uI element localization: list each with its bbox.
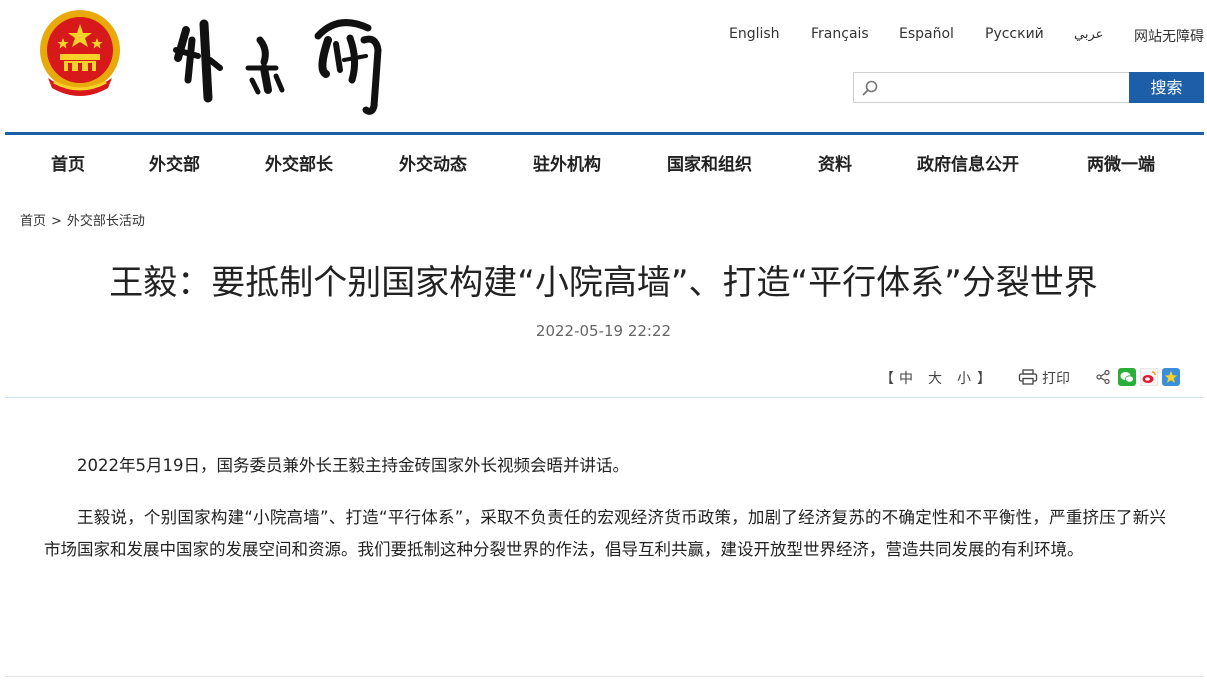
print-button[interactable]: 打印 [1042,368,1070,388]
nav-item-resources[interactable]: 资料 [818,150,852,175]
main-nav: 首页 外交部 外交部长 外交动态 驻外机构 国家和组织 资料 政府信息公开 两微… [0,135,1207,187]
nav-item-minister[interactable]: 外交部长 [265,150,333,175]
font-size-bracket-close: 】 [977,371,991,387]
lang-spanish-link[interactable]: Español [899,26,954,42]
search-icon [862,80,878,96]
lang-french-link[interactable]: Français [811,26,869,42]
article-body: 2022年5月19日，国务委员兼外长王毅主持金砖国家外长视频会晤并讲话。 王毅说… [44,450,1166,586]
nav-item-social[interactable]: 两微一端 [1087,150,1155,175]
nav-item-missions-abroad[interactable]: 驻外机构 [533,150,601,175]
font-size-large-button[interactable]: 大 [928,368,942,388]
nav-item-ministry[interactable]: 外交部 [149,150,200,175]
national-emblem-icon[interactable] [38,8,122,96]
breadcrumb-home-link[interactable]: 首页 [20,214,46,229]
share-icon[interactable] [1096,370,1110,384]
article-divider [5,397,1204,398]
breadcrumb-separator: > [51,214,62,229]
lang-arabic-link[interactable]: عربي [1074,27,1103,42]
nav-item-countries[interactable]: 国家和组织 [667,150,752,175]
accessibility-link[interactable]: 网站无障碍 [1134,26,1204,46]
search-input-wrapper[interactable] [853,72,1129,103]
font-size-small-button[interactable]: 小 [957,368,971,388]
font-size-bracket-open: 【 [880,371,894,387]
article-paragraph-1: 2022年5月19日，国务委员兼外长王毅主持金砖国家外长视频会晤并讲话。 [77,456,629,475]
site-header: English Français Español Русский عربي 网站… [0,0,1207,133]
print-icon[interactable] [1018,369,1038,385]
nav-item-home[interactable]: 首页 [51,150,85,175]
font-size-medium-button[interactable]: 中 [899,368,913,388]
lang-english-link[interactable]: English [729,26,780,42]
nav-item-gov-info[interactable]: 政府信息公开 [917,150,1019,175]
nav-item-diplomatic-news[interactable]: 外交动态 [399,150,467,175]
article-date: 2022-05-19 22:22 [535,322,672,340]
breadcrumb-current-link[interactable]: 外交部长活动 [67,214,145,229]
breadcrumb: 首页 > 外交部长活动 [20,210,145,229]
weibo-icon[interactable] [1140,368,1158,386]
ministry-calligraphy-logo-icon[interactable] [168,10,398,122]
qzone-icon[interactable] [1162,368,1180,386]
footer-divider [5,676,1204,677]
wechat-icon[interactable] [1118,368,1136,386]
search-button[interactable]: 搜索 [1129,72,1204,103]
article-tools: 【 中 大 小 】 打印 [0,368,1207,388]
article-title: 王毅：要抵制个别国家构建“小院高墙”、打造“平行体系”分裂世界 [109,263,1098,303]
search-input[interactable] [884,76,1124,99]
language-bar: English Français Español Русский عربي 网站… [700,26,1205,46]
lang-russian-link[interactable]: Русский [985,26,1044,42]
article-paragraph-2: 王毅说，个别国家构建“小院高墙”、打造“平行体系”，采取不负责任的宏观经济货币政… [44,508,1166,559]
